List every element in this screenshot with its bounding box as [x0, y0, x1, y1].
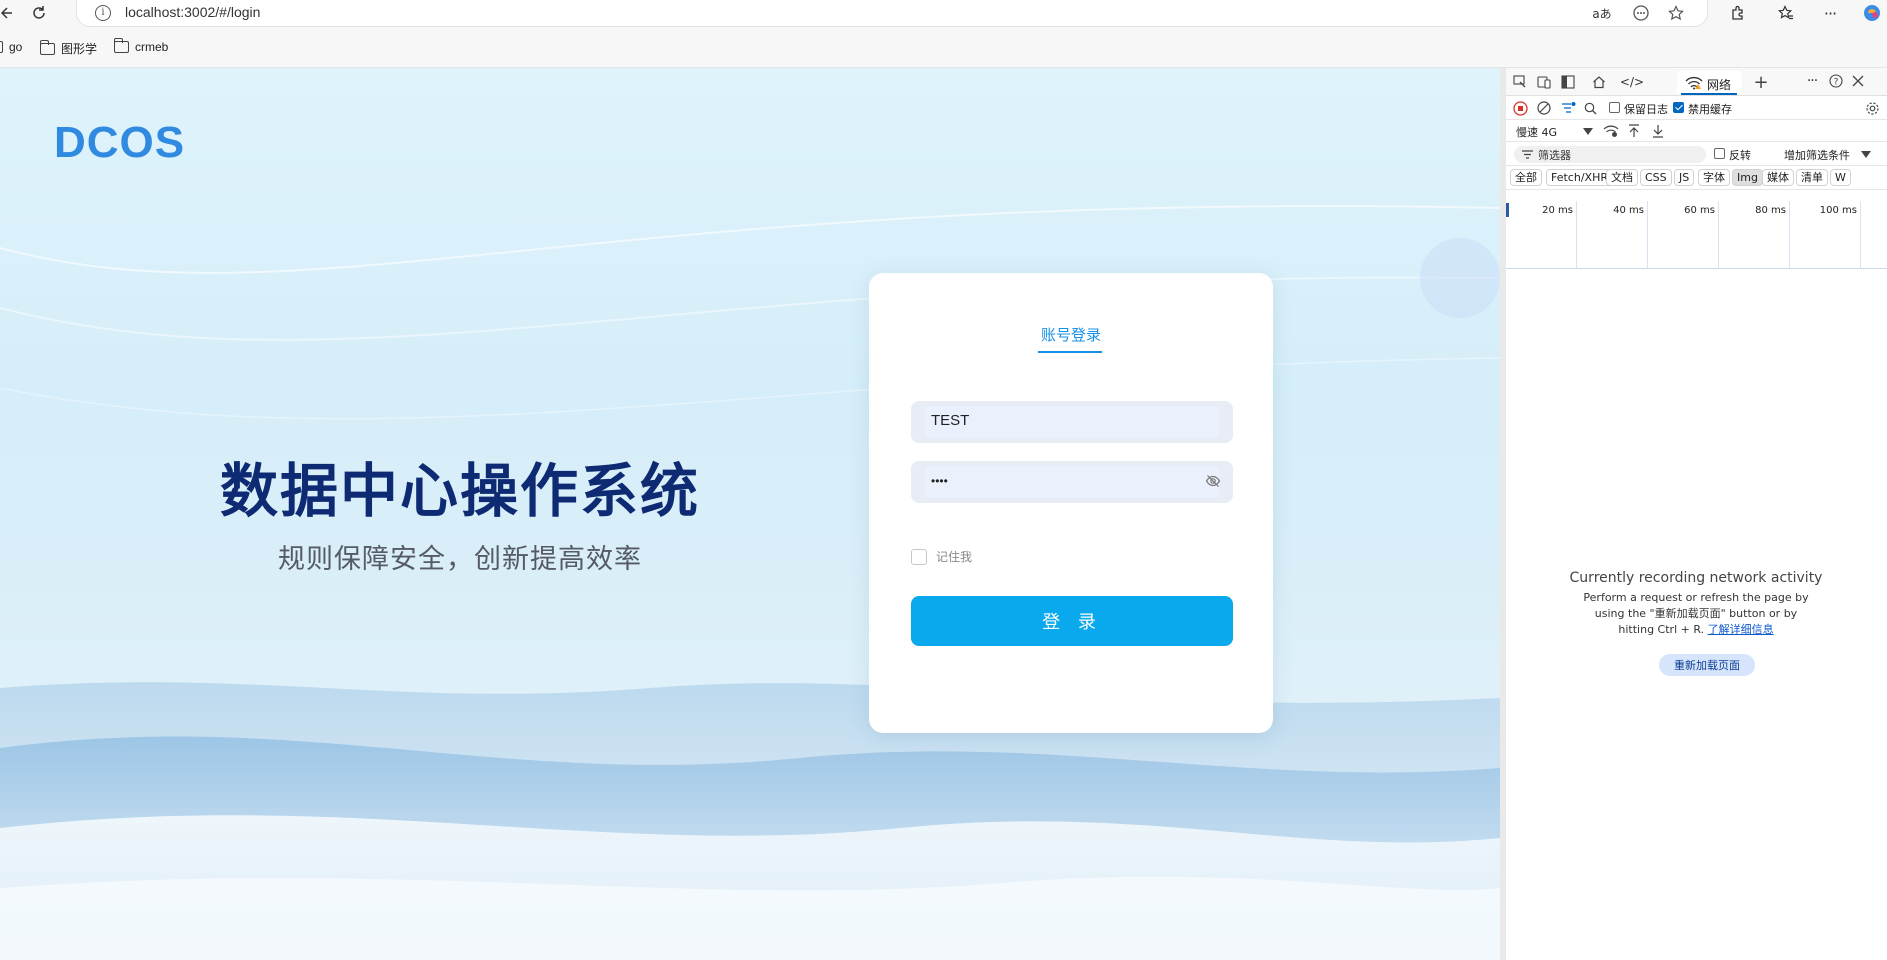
bookmark-graphics[interactable]: 图形学 — [39, 39, 97, 57]
home-icon[interactable] — [1591, 74, 1607, 90]
network-empty-state: Currently recording network activity Per… — [1566, 570, 1826, 638]
filter-toggle-icon[interactable] — [1560, 100, 1576, 116]
filter-chip-js[interactable]: JS — [1674, 169, 1695, 186]
extensions-icon[interactable] — [1728, 3, 1748, 23]
remember-me-label: 记住我 — [936, 550, 973, 564]
device-toolbar-icon[interactable] — [1536, 74, 1552, 90]
dcos-logo: DCOS — [54, 118, 186, 167]
add-tab-icon[interactable]: + — [1752, 72, 1770, 93]
folder-icon — [113, 38, 129, 53]
folder-icon — [39, 39, 55, 55]
bookmark-go[interactable]: go — [0, 40, 22, 54]
site-info-icon[interactable]: i — [95, 5, 111, 21]
resource-type-filters: 全部 Fetch/XHR 文档 CSS JS 字体 Img 媒体 清单 W — [1506, 166, 1887, 190]
filter-chip-css[interactable]: CSS — [1640, 169, 1672, 186]
filter-icon — [1521, 149, 1533, 160]
clear-icon[interactable] — [1536, 100, 1552, 116]
more-options-circle-icon[interactable] — [1632, 4, 1650, 22]
search-icon[interactable] — [1582, 100, 1598, 116]
password-field-fill — [925, 466, 1219, 498]
bookmarks-bar: go 图形学 crmeb — [0, 27, 1887, 68]
timeline-tick: 20 ms — [1506, 201, 1577, 269]
address-url[interactable]: localhost:3002/#/login — [125, 4, 260, 20]
timeline-tick: 40 ms — [1577, 201, 1648, 269]
copilot-icon[interactable] — [1860, 2, 1884, 24]
login-button[interactable]: 登 录 — [911, 596, 1233, 646]
elements-icon[interactable]: </> — [1620, 74, 1644, 90]
address-bar[interactable]: i localhost:3002/#/login aあ — [76, 0, 1708, 27]
favorite-star-icon[interactable] — [1667, 4, 1685, 22]
disable-cache-checkbox[interactable] — [1673, 102, 1684, 113]
help-icon[interactable]: ? — [1828, 73, 1844, 89]
dropdown-arrow-icon[interactable] — [1860, 149, 1872, 159]
filter-input[interactable]: 筛选器 — [1514, 146, 1706, 163]
preserve-log-label: 保留日志 — [1624, 103, 1668, 116]
network-wifi-icon — [1685, 75, 1703, 91]
filter-chip-more[interactable]: W — [1830, 169, 1851, 186]
svg-text:?: ? — [1834, 78, 1839, 88]
disable-cache-label: 禁用缓存 — [1688, 103, 1732, 116]
invert-checkbox[interactable] — [1714, 148, 1725, 159]
read-aloud-icon[interactable]: aあ — [1592, 4, 1612, 22]
filter-chip-fetch-xhr[interactable]: Fetch/XHR — [1546, 169, 1613, 186]
inspect-icon[interactable] — [1512, 74, 1528, 90]
password-value[interactable]: •••• — [931, 474, 948, 488]
tab-active-indicator — [1038, 351, 1102, 353]
filter-chip-doc[interactable]: 文档 — [1606, 169, 1638, 186]
network-filter-row: 筛选器 反转 增加筛选条件 — [1506, 142, 1887, 166]
remember-me-checkbox[interactable] — [911, 548, 927, 565]
timeline-tick: 100 ms — [1790, 201, 1861, 269]
timeline-start-marker — [1506, 203, 1509, 217]
login-page: DCOS 数据中心操作系统 规则保障安全，创新提高效率 账号登录 TEST ••… — [0, 68, 1500, 960]
folder-icon — [0, 41, 3, 53]
settings-more-icon[interactable]: ··· — [1820, 3, 1840, 23]
tab-account-login[interactable]: 账号登录 — [869, 324, 1273, 345]
hero-title: 数据中心操作系统 — [219, 457, 700, 525]
password-field[interactable]: •••• — [911, 461, 1233, 503]
back-icon[interactable] — [0, 4, 14, 22]
empty-state-title: Currently recording network activity — [1569, 570, 1823, 586]
tab-network[interactable]: 网络 — [1677, 71, 1742, 95]
reload-page-button[interactable]: 重新加载页面 — [1659, 654, 1755, 676]
eye-off-icon[interactable] — [1205, 473, 1221, 492]
import-har-icon[interactable] — [1626, 123, 1642, 139]
more-tools-icon[interactable]: ··· — [1803, 72, 1821, 90]
export-har-icon[interactable] — [1650, 123, 1666, 139]
more-filters-button[interactable]: 增加筛选条件 — [1784, 147, 1850, 163]
refresh-icon[interactable] — [29, 3, 49, 23]
network-toolbar-row2: 慢速 4G — [1506, 120, 1887, 142]
username-value[interactable]: TEST — [931, 412, 969, 429]
username-field[interactable]: TEST — [911, 401, 1233, 443]
favorites-icon[interactable] — [1776, 3, 1796, 23]
hero-subtitle: 规则保障安全，创新提高效率 — [278, 544, 642, 575]
dropdown-arrow-icon[interactable] — [1582, 125, 1594, 137]
filter-chip-all[interactable]: 全部 — [1510, 169, 1542, 186]
network-settings-gear-icon[interactable] — [1864, 100, 1880, 116]
learn-more-link[interactable]: 了解详细信息 — [1708, 623, 1774, 636]
throttle-select[interactable]: 慢速 4G — [1516, 124, 1557, 140]
filter-chip-font[interactable]: 字体 — [1698, 169, 1730, 186]
network-toolbar-row1: 保留日志 禁用缓存 — [1506, 96, 1887, 120]
remember-me[interactable]: 记住我 — [911, 548, 972, 565]
login-card: 账号登录 TEST •••• 记住我 登 录 — [869, 273, 1273, 733]
devtools-tabbar: </> 网络 + ··· ? — [1506, 68, 1887, 96]
timeline-tick: 60 ms — [1648, 201, 1719, 269]
dock-side-icon[interactable] — [1560, 74, 1576, 90]
filter-chip-media[interactable]: 媒体 — [1762, 169, 1794, 186]
empty-state-body: Perform a request or refresh the page by… — [1583, 591, 1809, 636]
timeline-tick: 80 ms — [1719, 201, 1790, 269]
filter-chip-img[interactable]: Img — [1732, 169, 1763, 186]
invert-label: 反转 — [1729, 149, 1751, 162]
devtools-panel: </> 网络 + ··· ? 保留日志 禁用缓存 慢速 4G 筛选器 反转 增加… — [1500, 68, 1887, 960]
network-overview-timeline[interactable]: 20 ms 40 ms 60 ms 80 ms 100 ms — [1506, 201, 1887, 269]
close-devtools-icon[interactable] — [1850, 73, 1866, 89]
network-conditions-icon[interactable] — [1603, 123, 1619, 139]
filter-chip-manifest[interactable]: 清单 — [1796, 169, 1828, 186]
tab-active-underline — [1681, 93, 1737, 95]
browser-toolbar: i localhost:3002/#/login aあ ··· — [0, 0, 1887, 27]
bookmark-crmeb[interactable]: crmeb — [113, 38, 168, 54]
preserve-log-checkbox[interactable] — [1609, 102, 1620, 113]
record-stop-icon[interactable] — [1512, 100, 1528, 116]
